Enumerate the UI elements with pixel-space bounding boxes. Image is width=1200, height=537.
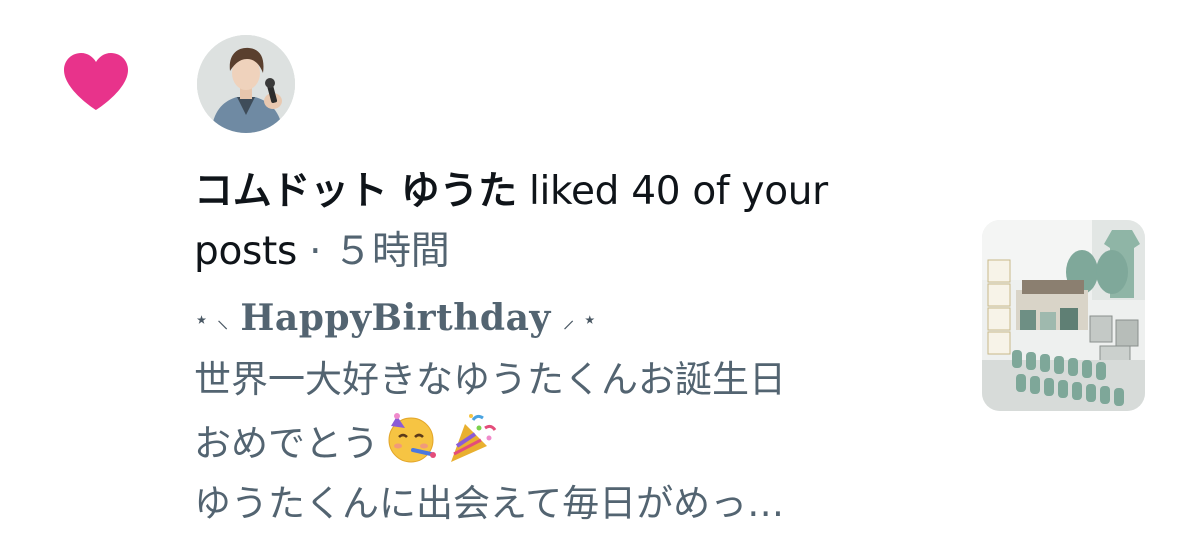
notification-headline: コムドット ゆうた liked 40 of your posts · ５時間: [194, 162, 934, 282]
heart-icon: [62, 52, 130, 112]
sparkle-left: ⋆ ⸜: [194, 305, 229, 334]
timestamp: ５時間: [333, 229, 450, 274]
separator-dot: ·: [297, 229, 334, 274]
post-text-fragment: おめでとう: [194, 421, 379, 465]
user-name[interactable]: コムドット ゆうた: [194, 169, 517, 214]
post-text-line: 世界一大好きなゆうたくんお誕生日: [194, 357, 786, 401]
post-text-line: ゆうたくんに出会えて毎日がめっ…: [194, 481, 785, 525]
post-thumbnail[interactable]: [982, 220, 1145, 411]
party-popper-emoji: [443, 410, 499, 466]
like-notification[interactable]: コムドット ゆうた liked 40 of your posts · ５時間 ⋆…: [0, 0, 1200, 537]
post-title-line: ⋆ ⸜ HappyBirthday ⸝ ⋆: [194, 288, 934, 350]
partying-face-emoji: [383, 410, 439, 466]
post-title: HappyBirthday: [240, 297, 551, 339]
post-preview[interactable]: ⋆ ⸜ HappyBirthday ⸝ ⋆ 世界一大好きなゆうたくんお誕生日 お…: [194, 288, 934, 534]
post-text-line: おめでとう: [194, 410, 934, 474]
avatar[interactable]: [197, 35, 295, 133]
sparkle-right: ⸝ ⋆: [562, 305, 598, 334]
